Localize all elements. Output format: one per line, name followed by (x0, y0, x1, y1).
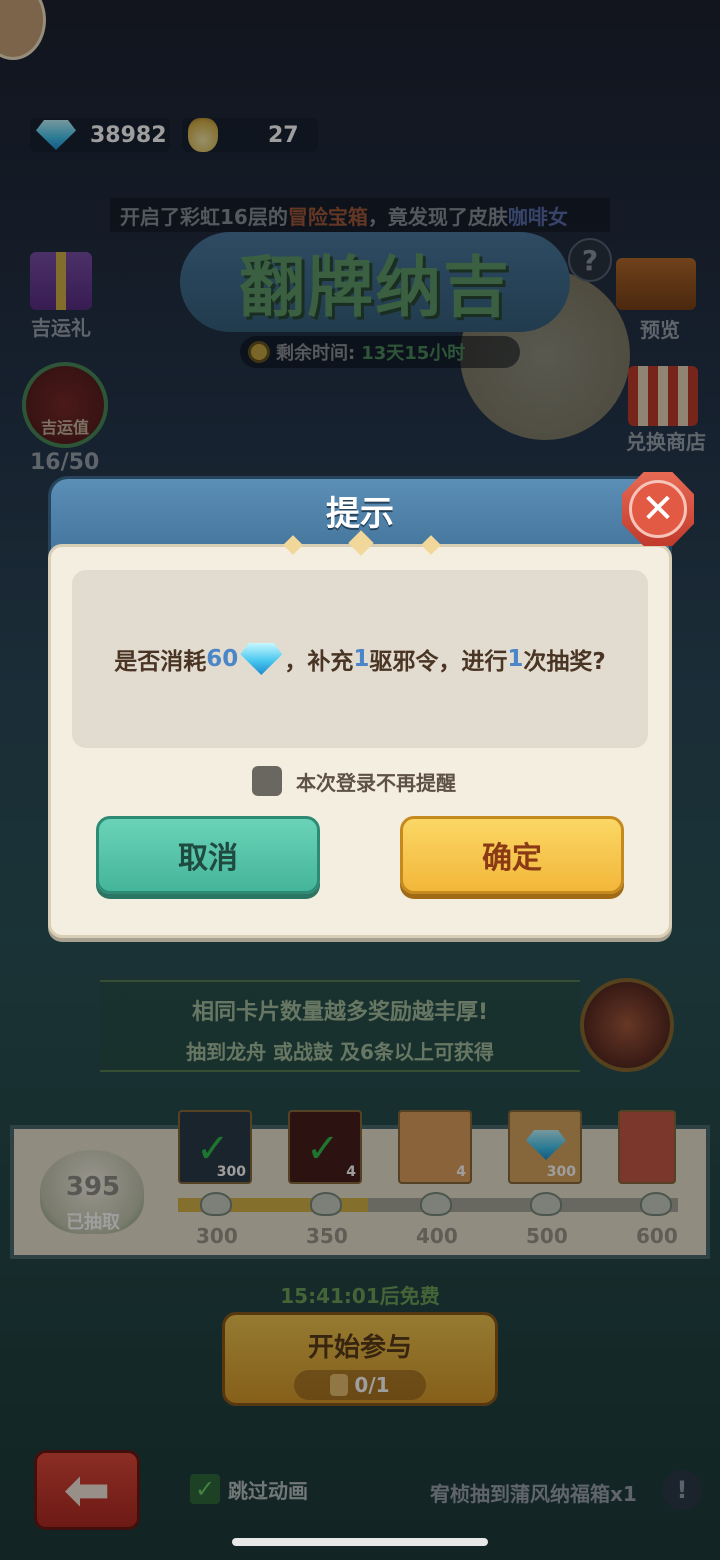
gem-cost: 60 (206, 646, 239, 672)
message-part: 次抽奖? (523, 649, 606, 675)
close-icon: ✕ (629, 480, 687, 538)
message-part: 驱邪令，进行 (369, 649, 508, 675)
dialog-title: 提示 (326, 494, 394, 534)
message-part: 是否消耗 (114, 649, 207, 675)
cancel-button[interactable]: 取消 (96, 816, 320, 894)
dont-remind-checkbox[interactable] (252, 766, 282, 796)
message-part: ，补充 (284, 649, 354, 675)
dont-remind-label: 本次登录不再提醒 (296, 770, 456, 795)
gem-icon (240, 643, 283, 675)
confirm-button[interactable]: 确定 (400, 816, 624, 894)
dont-remind-toggle[interactable]: 本次登录不再提醒 (252, 766, 456, 796)
home-indicator[interactable] (232, 1538, 488, 1546)
token-count: 1 (353, 646, 370, 672)
draw-count: 1 (507, 646, 524, 672)
dialog-message: 是否消耗 60 ，补充 1 驱邪令，进行 1 次抽奖? (72, 570, 648, 748)
